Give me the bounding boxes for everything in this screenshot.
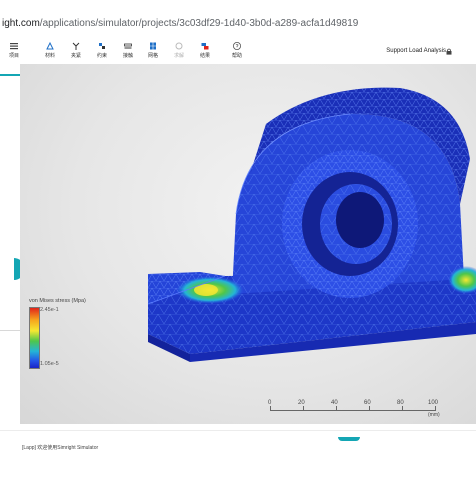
url-path: /applications/simulator/projects/3c03df2… — [39, 18, 359, 29]
contact-icon — [124, 43, 132, 49]
scale-bar: 0 20 40 60 80 100 (mm) — [268, 400, 448, 422]
bearing-model — [147, 87, 476, 362]
scale-label: 100 — [428, 400, 439, 406]
toolbar-solve-button[interactable]: 求解 — [169, 41, 189, 63]
legend-min-value: 1.05e-5 — [40, 361, 59, 367]
url-host: ight.com — [2, 18, 40, 29]
toolbar-label: 材料 — [44, 53, 55, 59]
clamp-icon — [72, 42, 80, 50]
toolbar-label: 约束 — [96, 53, 107, 59]
toolbar-label: 接触 — [122, 53, 133, 59]
bottom-panel-handle[interactable] — [338, 437, 360, 441]
results-icon — [201, 43, 209, 50]
scale-tick — [435, 406, 436, 411]
lock-icon — [446, 48, 452, 55]
toolbar-material-button[interactable]: 材料 — [40, 41, 60, 63]
address-bar[interactable]: ight.com/applications/simulator/projects… — [0, 14, 476, 41]
solve-icon — [175, 42, 183, 50]
legend-max-value: 2.45e-1 — [40, 307, 59, 313]
left-panel — [0, 64, 21, 424]
toolbar-constraint-button[interactable]: 约束 — [92, 41, 112, 63]
scale-tick — [369, 406, 370, 411]
toolbar-help-button[interactable]: 帮助 — [227, 41, 247, 63]
toolbar-label: 帮助 — [231, 53, 242, 59]
scale-line — [270, 410, 436, 411]
url-text[interactable]: ight.com/applications/simulator/projects… — [2, 18, 358, 29]
toolbar-contact-button[interactable]: 接触 — [118, 41, 138, 63]
scale-label: 60 — [364, 400, 371, 406]
scale-tick — [336, 406, 337, 411]
constraint-icon — [99, 43, 105, 49]
scale-tick — [270, 406, 271, 411]
status-message: [Lapp] 欢迎使用Simright Simulator — [22, 445, 99, 451]
help-icon — [233, 42, 241, 50]
main-toolbar: 项目 材料 夹紧 约束 接触 网格 求解 结果 帮助 Support Load … — [0, 40, 476, 65]
scale-label: 0 — [268, 400, 272, 406]
toolbar-label: 网格 — [147, 53, 158, 59]
toolbar-label: 夹紧 — [70, 53, 81, 59]
panel-divider — [0, 330, 20, 331]
3d-viewport[interactable] — [20, 64, 476, 424]
project-title[interactable]: Support Load Analysis — [386, 48, 446, 54]
toolbar-label: 项目 — [8, 53, 19, 59]
scale-tick — [402, 406, 403, 411]
legend-color-bar — [29, 307, 40, 369]
material-icon — [46, 41, 54, 50]
scale-label: 80 — [397, 400, 404, 406]
toolbar-label: 求解 — [173, 53, 184, 59]
legend-title: von Mises stress (Mpa) — [29, 298, 86, 304]
panel-accent-line — [0, 74, 20, 76]
toolbar-mesh-button[interactable]: 网格 — [143, 41, 163, 63]
app-window: ight.com/applications/simulator/projects… — [0, 0, 476, 477]
toolbar-project-button[interactable]: 项目 — [4, 41, 24, 63]
toolbar-label: 结果 — [199, 53, 210, 59]
mesh-icon — [150, 42, 156, 50]
toolbar-results-button[interactable]: 结果 — [195, 41, 215, 63]
scale-unit: (mm) — [428, 412, 440, 418]
scale-label: 20 — [298, 400, 305, 406]
toolbar-clamp-button[interactable]: 夹紧 — [66, 41, 86, 63]
menu-icon — [10, 43, 18, 50]
footer-divider — [0, 430, 476, 431]
scale-label: 40 — [331, 400, 338, 406]
scale-tick — [303, 406, 304, 411]
